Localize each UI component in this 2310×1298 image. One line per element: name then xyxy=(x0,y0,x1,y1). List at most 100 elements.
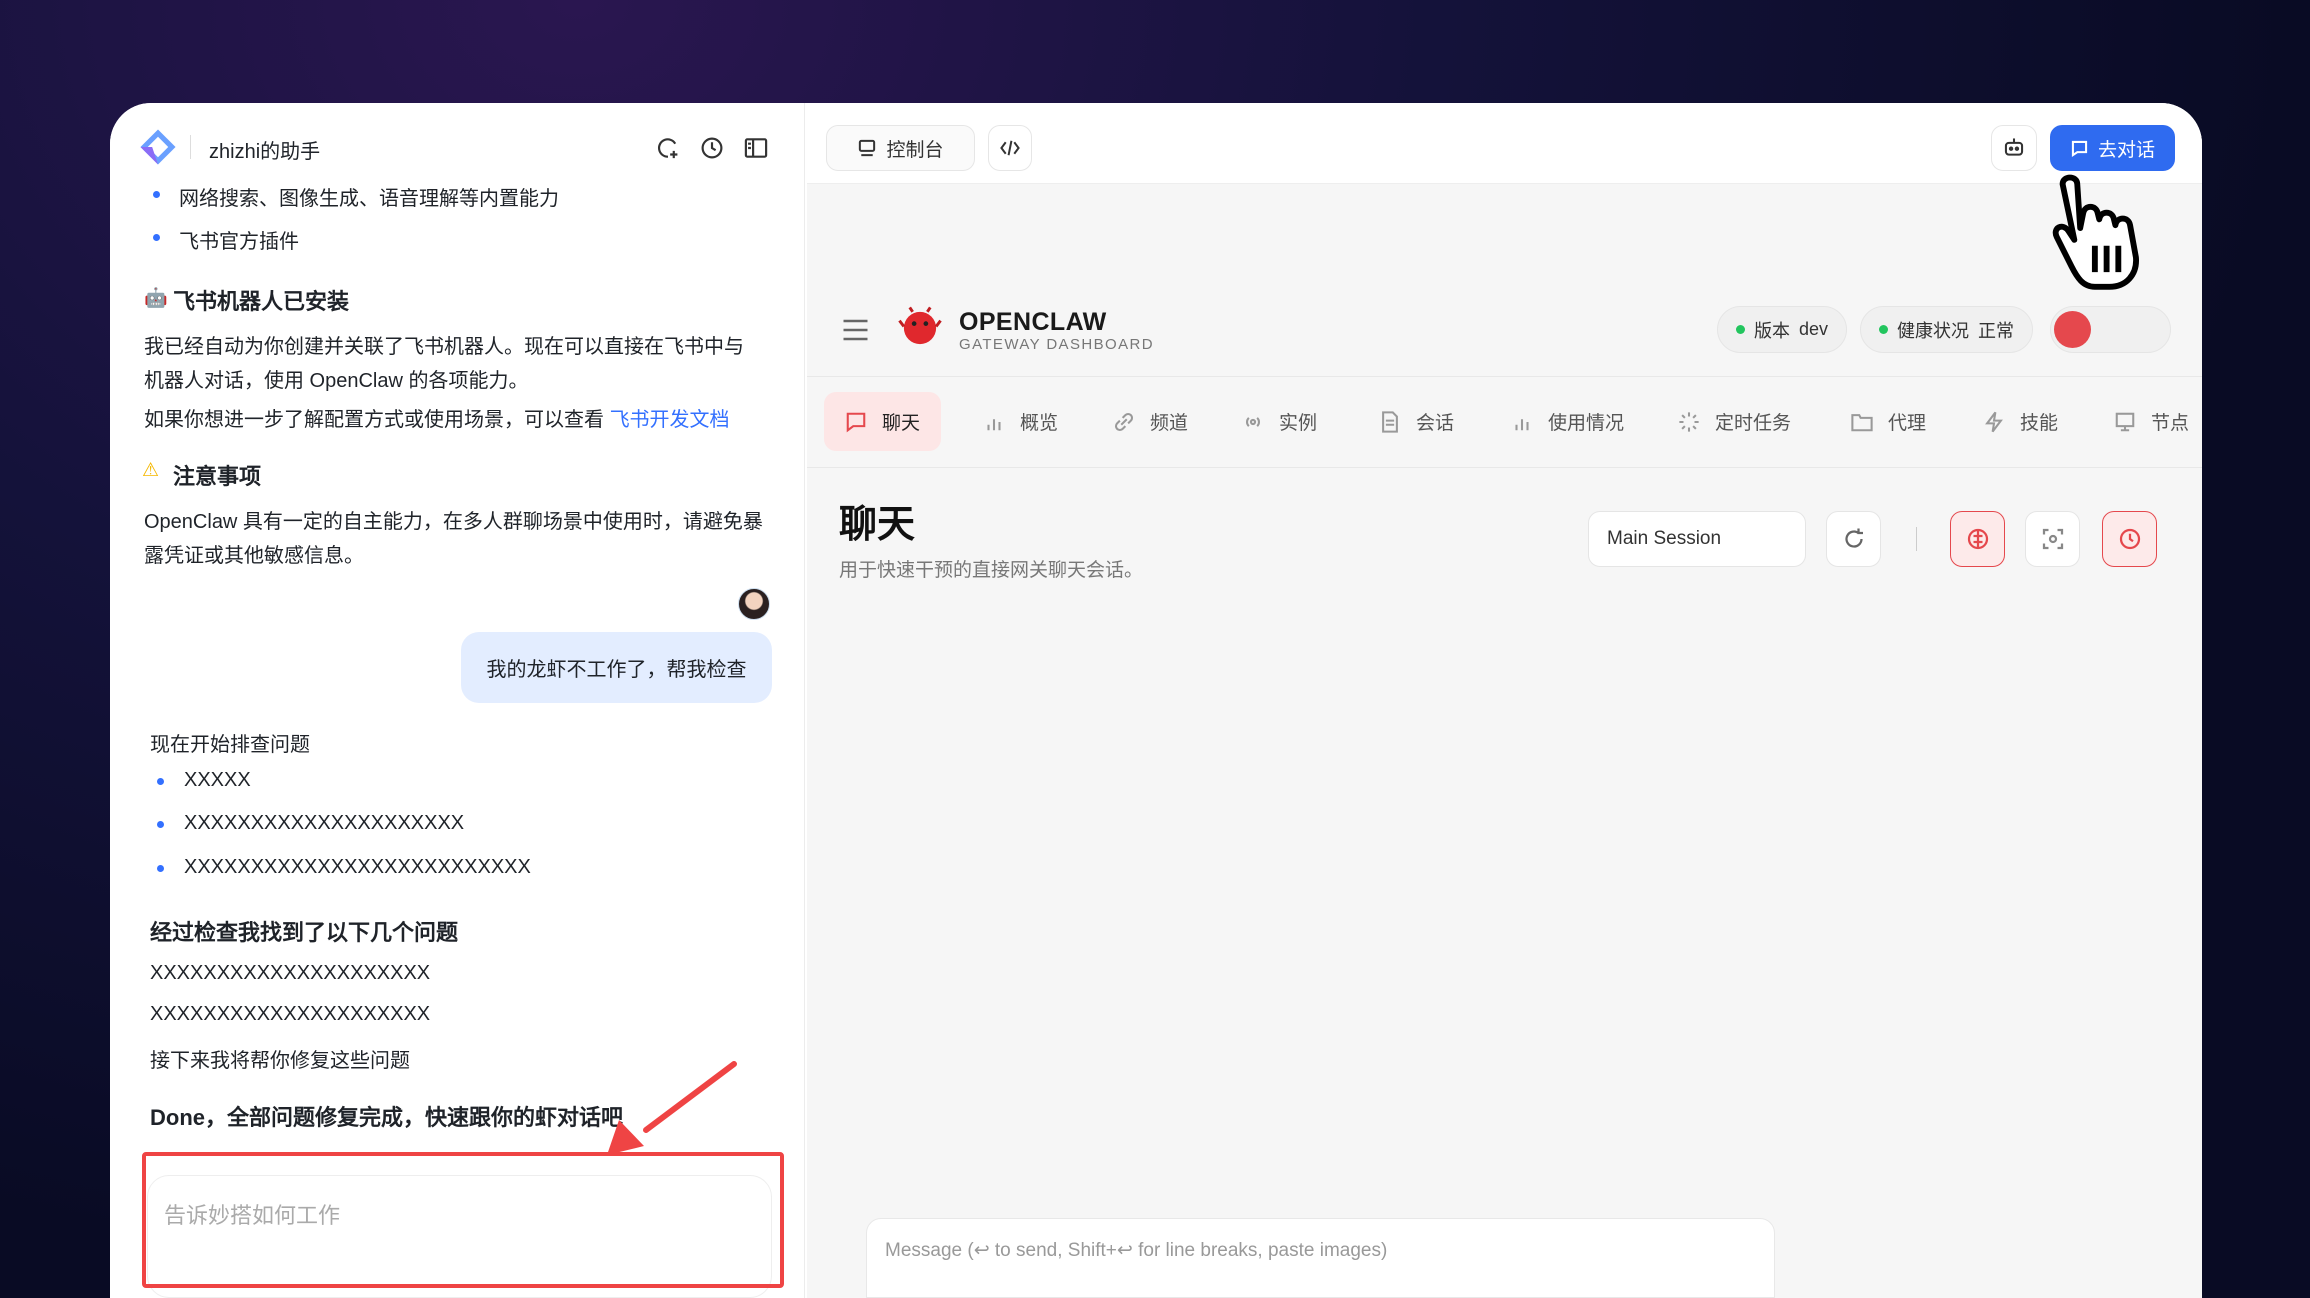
thinking-toggle-button[interactable] xyxy=(1950,511,2005,567)
bullet-icon xyxy=(153,234,160,241)
user-avatar xyxy=(738,588,770,620)
list-item: XXXXXXXXXXXXXXXXXXXXXXXXXX xyxy=(184,856,531,878)
screen: zhizhi的助手 网络搜索、图像生成、语音理解等内置能力 飞书官方插件 🤖 飞… xyxy=(0,0,2310,1298)
user-message-text: 我的龙虾不工作了，帮我检查 xyxy=(486,659,747,681)
tab-cron[interactable]: 定时任务 xyxy=(1657,392,1812,451)
reply-line: XXXXXXXXXXXXXXXXXXXXX xyxy=(150,962,431,984)
code-button[interactable] xyxy=(988,125,1032,171)
health-label: 健康状况 xyxy=(1897,320,1969,341)
reply-text: 现在开始排查问题 xyxy=(150,734,310,756)
tab-label: 代理 xyxy=(1888,413,1927,434)
divider xyxy=(807,376,2202,377)
tab-label: 会话 xyxy=(1416,413,1455,434)
tab-label: 使用情况 xyxy=(1548,413,1625,434)
bar-chart-icon xyxy=(1515,418,1529,430)
tab-nodes[interactable]: 节点 xyxy=(2093,392,2197,451)
tab-sessions[interactable]: 会话 xyxy=(1358,392,1475,451)
tab-skills[interactable]: 技能 xyxy=(1962,392,2079,451)
bullet-icon xyxy=(157,778,164,785)
brain-icon xyxy=(1967,528,1988,550)
status-dot-icon xyxy=(1736,325,1745,334)
list-item: 飞书官方插件 xyxy=(179,231,299,253)
assistant-logo-icon xyxy=(140,129,176,165)
robot-icon xyxy=(2004,138,2024,156)
tab-label: 技能 xyxy=(2020,413,2059,434)
paragraph: OpenClaw 具有一定的自主能力，在多人群聊场景中使用时，请避免暴露凭证或其… xyxy=(144,511,763,567)
message-input[interactable]: Message (↩ to send, Shift+↩ for line bre… xyxy=(866,1218,1775,1298)
app-window: zhizhi的助手 网络搜索、图像生成、语音理解等内置能力 飞书官方插件 🤖 飞… xyxy=(110,103,2202,1298)
lightning-icon xyxy=(1985,411,2003,432)
section-heading: 经过检查我找到了以下几个问题 xyxy=(150,920,459,945)
tab-overview[interactable]: 概览 xyxy=(962,392,1079,451)
tab-label: 概览 xyxy=(1020,413,1059,434)
page-description: 用于快速干预的直接网关聊天会话。 xyxy=(839,560,1144,581)
dashboard-panel: 控制台 去对话 OPENCLAW GATEWAY DASHBOARD 版本 dev… xyxy=(807,103,2202,1298)
assistant-panel: zhizhi的助手 网络搜索、图像生成、语音理解等内置能力 飞书官方插件 🤖 飞… xyxy=(110,103,805,1298)
message-placeholder: Message (↩ to send, Shift+↩ for line bre… xyxy=(885,1240,1388,1261)
focus-icon xyxy=(2042,528,2063,550)
page-title: 聊天 xyxy=(839,504,916,546)
bullet-icon xyxy=(157,821,164,828)
brand-name: OPENCLAW xyxy=(959,308,1107,336)
version-badge: 版本 dev xyxy=(1717,306,1848,353)
loader-icon xyxy=(1679,411,1699,432)
bot-button[interactable] xyxy=(1991,125,2037,171)
version-label: 版本 xyxy=(1754,320,1790,341)
sidebar-toggle-icon[interactable] xyxy=(743,135,769,161)
bullet-icon xyxy=(153,191,160,198)
tab-label: 实例 xyxy=(1279,413,1318,434)
divider xyxy=(1916,527,1917,551)
paragraph-text: 如果你想进一步了解配置方式或使用场景，可以查看 xyxy=(144,409,604,431)
warning-icon: ⚠ xyxy=(142,460,160,481)
history-icon[interactable] xyxy=(699,135,725,161)
brand-subtitle: GATEWAY DASHBOARD xyxy=(959,336,1154,353)
section-heading: 飞书机器人已安装 xyxy=(173,289,350,314)
divider xyxy=(807,467,2202,468)
theme-toggle[interactable] xyxy=(2050,306,2171,353)
robot-emoji-icon: 🤖 xyxy=(144,288,168,309)
tab-label: 定时任务 xyxy=(1715,413,1792,434)
code-icon xyxy=(1000,140,1020,156)
tab-label: 节点 xyxy=(2151,413,2190,434)
top-bar: 控制台 去对话 xyxy=(807,103,2202,184)
reply-line: XXXXXXXXXXXXXXXXXXXXX xyxy=(150,1003,431,1025)
focus-mode-button[interactable] xyxy=(2025,511,2080,567)
theme-dark-icon xyxy=(2054,311,2091,348)
monitor-icon xyxy=(2115,412,2135,431)
new-chat-icon[interactable] xyxy=(655,135,681,161)
list-item: XXXXXXXXXXXXXXXXXXXXX xyxy=(184,812,465,834)
divider xyxy=(190,135,191,159)
cron-toggle-button[interactable] xyxy=(2102,511,2157,567)
section-heading: 注意事项 xyxy=(173,464,262,489)
status-dot-icon xyxy=(1879,325,1888,334)
session-value: Main Session xyxy=(1607,528,1722,549)
hamburger-menu-icon[interactable] xyxy=(842,318,869,342)
list-item: XXXXX xyxy=(184,769,251,791)
console-button[interactable]: 控制台 xyxy=(826,125,975,171)
broadcast-icon xyxy=(1246,416,1260,427)
health-badge: 健康状况 正常 xyxy=(1860,306,2033,353)
refresh-button[interactable] xyxy=(1826,511,1881,567)
health-value: 正常 xyxy=(1978,320,2014,341)
folder-icon xyxy=(1851,413,1873,431)
link-icon xyxy=(1114,412,1134,431)
refresh-icon xyxy=(1844,528,1863,548)
message-icon xyxy=(846,412,866,432)
tab-channels[interactable]: 频道 xyxy=(1092,392,1209,451)
tab-chat[interactable]: 聊天 xyxy=(824,392,942,451)
annotation-highlight-box xyxy=(142,1152,784,1288)
session-select[interactable]: Main Session xyxy=(1588,511,1806,567)
reply-text: 接下来我将帮你修复这些问题 xyxy=(150,1050,410,1072)
tab-label: 频道 xyxy=(1150,413,1189,434)
user-message-bubble: 我的龙虾不工作了，帮我检查 xyxy=(461,632,772,703)
tab-usage[interactable]: 使用情况 xyxy=(1490,392,1645,451)
tab-agents[interactable]: 代理 xyxy=(1830,392,1947,451)
tab-instances[interactable]: 实例 xyxy=(1221,392,1338,451)
doc-link[interactable]: 飞书开发文档 xyxy=(610,409,730,431)
reply-done-text: Done，全部问题修复完成，快速跟你的虾对话吧 xyxy=(150,1105,624,1130)
tab-label: 聊天 xyxy=(882,413,921,434)
go-chat-button[interactable]: 去对话 xyxy=(2050,125,2175,171)
paragraph: 如果你想进一步了解配置方式或使用场景，可以查看 飞书开发文档 xyxy=(144,403,730,432)
clock-icon xyxy=(2119,528,2140,550)
console-label: 控制台 xyxy=(886,139,944,161)
